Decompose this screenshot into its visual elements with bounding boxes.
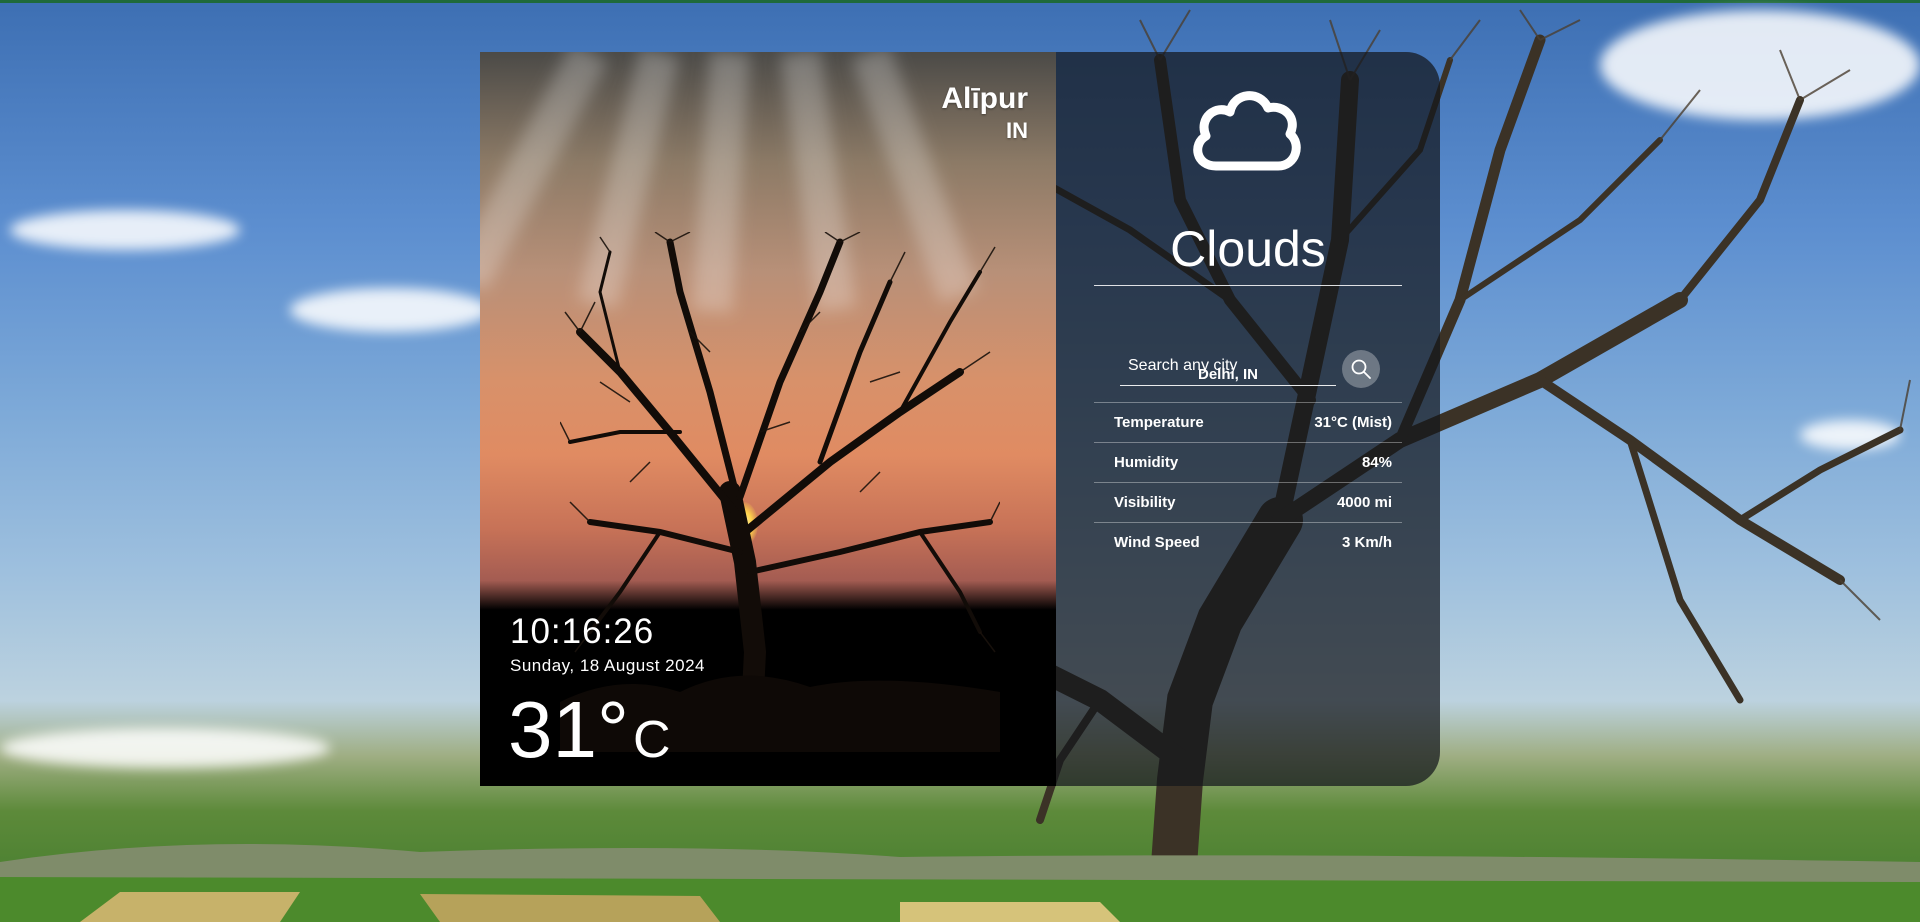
clock-time: 10:16:26 — [510, 612, 655, 651]
cloud-icon — [1193, 91, 1301, 171]
date-time: 10:16:26 Sunday, 18 August 2024 — [510, 612, 705, 676]
stat-value: 4000 mi — [1336, 494, 1392, 511]
stat-value: 31°C (Mist) — [1314, 414, 1392, 431]
background-fields — [0, 844, 1920, 922]
stat-row-wind-speed: Wind Speed 3 Km/h — [1094, 522, 1402, 562]
background-cloud — [290, 288, 490, 332]
details-panel: Clouds Delhi, IN Temperature 31°C (Mist)… — [1056, 52, 1440, 786]
weather-stats: Temperature 31°C (Mist) Humidity 84% Vis… — [1094, 402, 1402, 562]
stat-value: 84% — [1361, 454, 1392, 471]
stat-value: 3 Km/h — [1341, 534, 1392, 551]
divider — [1094, 285, 1402, 286]
temperature-unit: C — [632, 711, 671, 769]
weather-condition: Clouds — [1170, 221, 1326, 277]
temperature-value: 31° — [508, 685, 629, 774]
photo-panel: Alīpur IN 10:16:26 Sunday, 18 August 202… — [480, 52, 1056, 786]
city-name: Alīpur — [941, 82, 1028, 115]
details-location: Delhi, IN — [1197, 366, 1258, 383]
current-temperature: 31°C — [508, 690, 671, 770]
current-date: Sunday, 18 August 2024 — [510, 656, 706, 675]
stat-row-visibility: Visibility 4000 mi — [1094, 482, 1402, 522]
weather-widget: Alīpur IN 10:16:26 Sunday, 18 August 202… — [480, 52, 1440, 786]
background-cloud — [0, 728, 330, 768]
background-cloud — [10, 210, 240, 250]
country-code: IN — [1006, 118, 1028, 143]
city-header: Alīpur IN — [941, 82, 1028, 144]
stat-label: Visibility — [1114, 494, 1176, 511]
stat-label: Wind Speed — [1114, 534, 1200, 551]
stat-row-temperature: Temperature 31°C (Mist) — [1094, 402, 1402, 442]
stat-row-humidity: Humidity 84% — [1094, 442, 1402, 482]
stat-label: Humidity — [1114, 454, 1179, 471]
stat-label: Temperature — [1114, 414, 1204, 431]
